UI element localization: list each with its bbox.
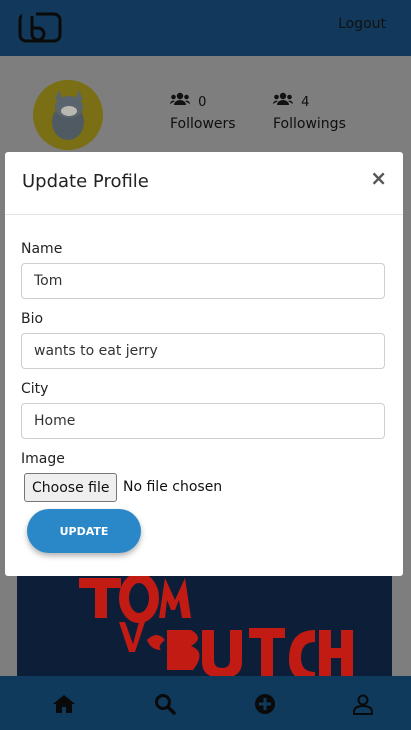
followings-stat[interactable]: 4 Followings — [273, 92, 346, 132]
logout-link[interactable]: Logout — [338, 16, 386, 32]
logo-icon[interactable] — [18, 10, 62, 44]
name-label: Name — [21, 241, 63, 257]
choose-file-button[interactable]: Choose file — [24, 473, 118, 502]
city-label: City — [21, 381, 49, 397]
name-field[interactable] — [21, 263, 385, 299]
followers-stat[interactable]: 0 Followers — [170, 92, 236, 132]
users-icon — [273, 92, 293, 105]
followers-label: Followers — [170, 116, 236, 132]
followers-count: 0 — [198, 95, 207, 110]
image-label: Image — [21, 451, 65, 467]
bio-field[interactable] — [21, 333, 385, 369]
update-button[interactable]: UPDATE — [27, 509, 141, 553]
home-icon[interactable] — [52, 692, 76, 716]
users-icon — [170, 92, 190, 105]
city-field[interactable] — [21, 403, 385, 439]
modal-title: Update Profile — [22, 171, 149, 192]
user-icon[interactable] — [351, 692, 375, 716]
followings-count: 4 — [301, 95, 310, 110]
modal-header: Update Profile × — [5, 152, 403, 215]
bottom-nav — [0, 676, 411, 730]
avatar — [33, 80, 103, 150]
file-status: No file chosen — [123, 479, 223, 495]
top-bar: Logout — [0, 0, 411, 56]
post-image[interactable] — [17, 560, 392, 680]
add-icon[interactable] — [253, 692, 277, 716]
followings-label: Followings — [273, 116, 346, 132]
search-icon[interactable] — [153, 692, 177, 716]
close-icon[interactable]: × — [370, 168, 387, 188]
update-profile-modal: Update Profile × Name Bio City Image Cho… — [5, 152, 403, 576]
bio-label: Bio — [21, 311, 44, 327]
